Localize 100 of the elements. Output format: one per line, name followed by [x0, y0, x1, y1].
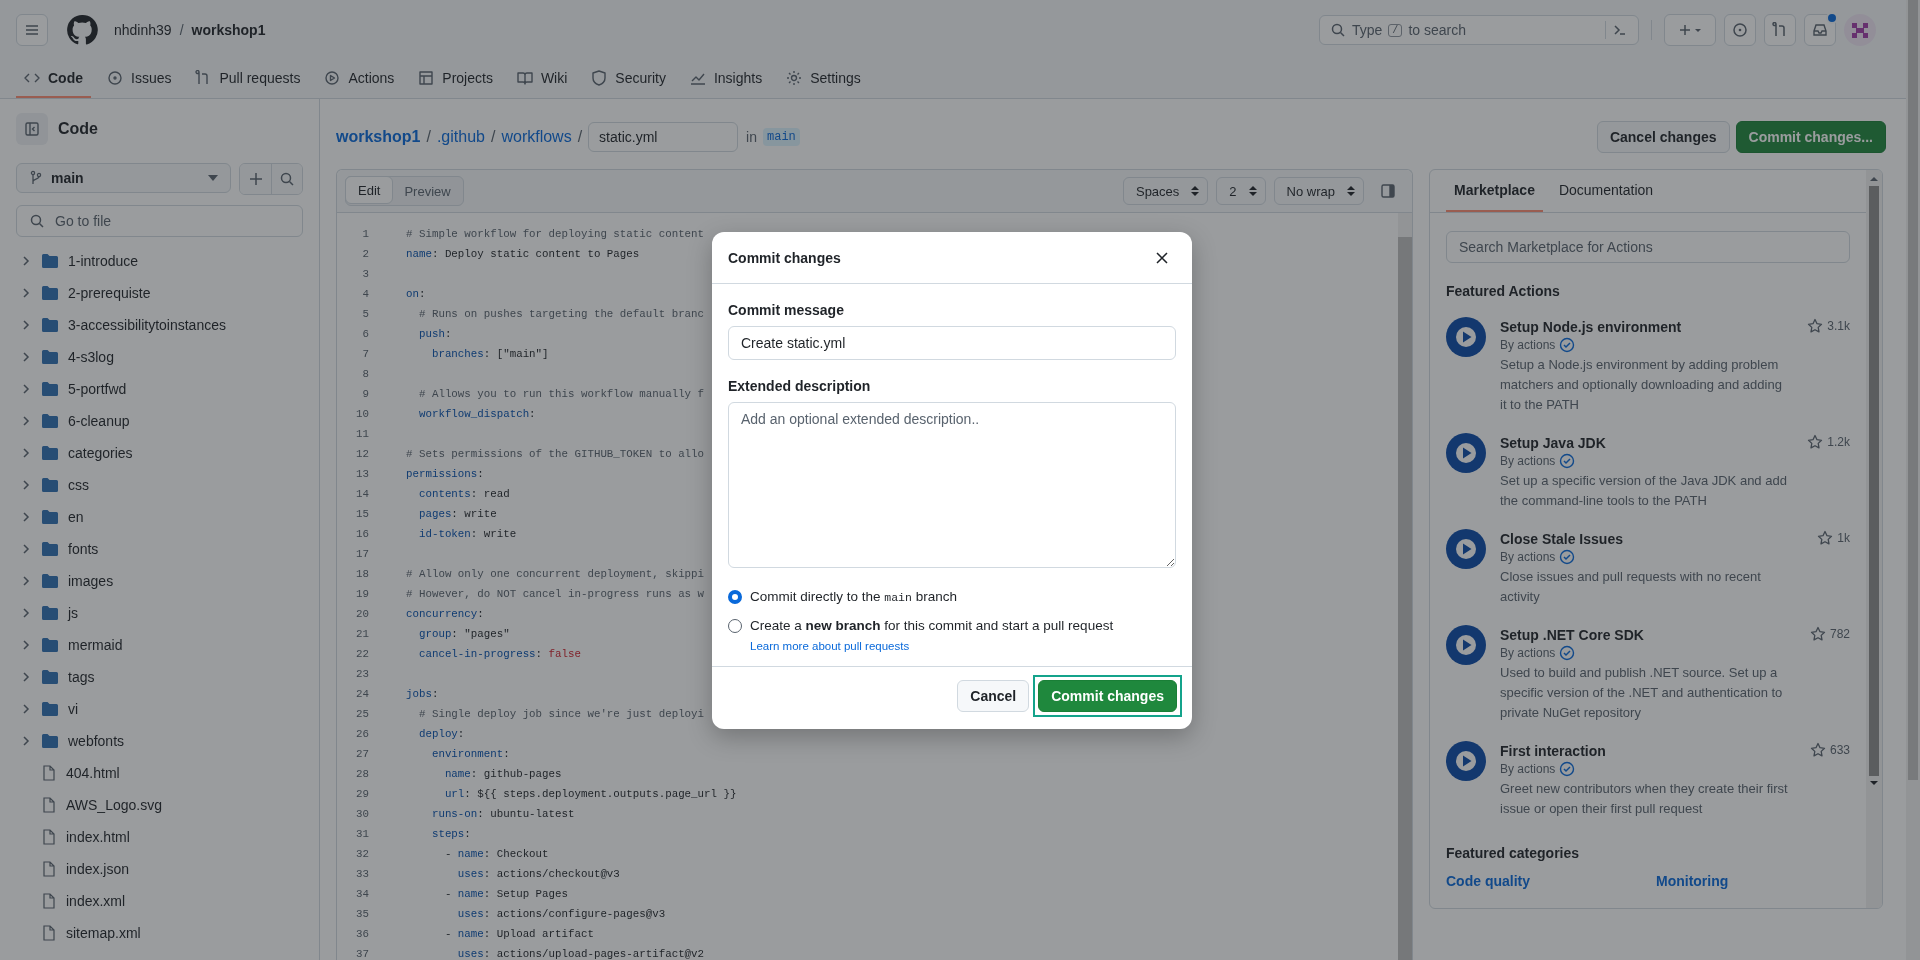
action-title[interactable]: Close Stale Issues: [1500, 529, 1788, 549]
action-title[interactable]: Setup .NET Core SDK: [1500, 625, 1788, 645]
issues-button[interactable]: [1724, 14, 1756, 46]
scrollbar[interactable]: [1398, 213, 1412, 960]
file-icon: [42, 925, 56, 941]
learn-more-link[interactable]: Learn more about pull requests: [750, 640, 910, 652]
star-count: 3.1k: [1827, 319, 1850, 333]
filename-field[interactable]: static.yml: [588, 122, 739, 152]
panel-tab[interactable]: Documentation: [1550, 170, 1662, 212]
repo-tab[interactable]: Insights: [681, 60, 771, 98]
file-tree-item[interactable]: index.xml: [16, 885, 303, 917]
repo-tab[interactable]: Projects: [410, 60, 501, 98]
repo-link[interactable]: workshop1: [191, 22, 266, 38]
marketplace-search-field[interactable]: Search Marketplace for Actions: [1446, 231, 1850, 263]
add-file-button[interactable]: [240, 164, 271, 194]
commit-changes-button[interactable]: Commit changes...: [1735, 121, 1886, 153]
branch-select[interactable]: main: [16, 163, 231, 193]
file-tree-item[interactable]: 5-portfwd: [16, 373, 303, 405]
cancel-changes-button[interactable]: Cancel changes: [1596, 121, 1730, 153]
pull-requests-button[interactable]: [1764, 14, 1796, 46]
file-tree-item[interactable]: vi: [16, 693, 303, 725]
wrap-mode-select[interactable]: No wrap: [1273, 177, 1364, 205]
editor-tab[interactable]: Preview: [392, 177, 463, 205]
file-tree-item[interactable]: categories: [16, 437, 303, 469]
code-line: - name: Setup Pages: [443, 888, 568, 900]
play-icon: [1446, 741, 1486, 781]
file-tree-item[interactable]: fonts: [16, 533, 303, 565]
avatar-icon[interactable]: [1844, 14, 1876, 46]
file-tree-item[interactable]: 3-accessibilitytoinstances: [16, 309, 303, 341]
file-tree-item[interactable]: index.html: [16, 821, 303, 853]
editor-tab[interactable]: Edit: [345, 176, 394, 204]
page-scrollbar[interactable]: [1906, 0, 1920, 960]
octocat-logo-icon[interactable]: [66, 14, 98, 46]
radio-label[interactable]: Create a new branch for this commit and start a pull request: [750, 618, 1114, 633]
commit-button[interactable]: Commit changes: [1038, 680, 1177, 712]
file-icon: [42, 797, 56, 813]
collapse-sidebar-button[interactable]: [16, 113, 48, 145]
repo-tab[interactable]: Actions: [316, 60, 403, 98]
repo-tab[interactable]: Settings: [778, 60, 869, 98]
action-title[interactable]: Setup Node.js environment: [1500, 317, 1788, 337]
indent-size-select[interactable]: 2: [1216, 177, 1266, 205]
file-tree-item[interactable]: mermaid: [16, 629, 303, 661]
breadcrumb-link[interactable]: .github: [436, 128, 485, 146]
file-tree-item[interactable]: en: [16, 501, 303, 533]
cancel-button[interactable]: Cancel: [957, 680, 1030, 712]
action-description: Greet new contributors when they create their first issue or open their first pull request: [1500, 780, 1788, 818]
plus-caret-icon: [1677, 22, 1703, 38]
action-description: Close issues and pull requests with no recent activity: [1500, 568, 1762, 606]
field-label: Commit message: [728, 302, 845, 318]
description-field[interactable]: Add an optional extended description..: [728, 402, 1176, 568]
repo-tab[interactable]: Wiki: [508, 60, 576, 98]
file-tree-item[interactable]: 2-prerequiste: [16, 277, 303, 309]
file-tree-item[interactable]: index.json: [16, 853, 303, 885]
folder-icon: [42, 734, 58, 748]
go-to-file-field[interactable]: Go to file: [16, 205, 303, 237]
owner-link[interactable]: nhdinh39: [114, 22, 172, 38]
file-tree-item[interactable]: js: [16, 597, 303, 629]
action-title[interactable]: Setup Java JDK: [1500, 433, 1788, 453]
scroll-up-icon[interactable]: [1870, 176, 1878, 182]
file-tree-item[interactable]: css: [16, 469, 303, 501]
category-link[interactable]: Monitoring: [1656, 873, 1766, 889]
repo-tab[interactable]: Security: [583, 60, 674, 98]
path-separator: /: [577, 128, 583, 146]
play-icon: [1446, 625, 1486, 665]
file-tree-item[interactable]: webfonts: [16, 725, 303, 757]
menu-button[interactable]: [16, 14, 48, 46]
panel-tab[interactable]: Marketplace: [1446, 170, 1543, 212]
file-tree-item[interactable]: AWS_Logo.svg: [16, 789, 303, 821]
file-tree-item[interactable]: sitemap.xml: [16, 917, 303, 949]
file-tree-item[interactable]: tags: [16, 661, 303, 693]
breadcrumb-link[interactable]: workflows: [501, 128, 572, 146]
inbox-button[interactable]: [1804, 14, 1836, 46]
code-line: uses: actions/configure-pages@v3: [456, 908, 666, 920]
radio-button[interactable]: [728, 589, 742, 604]
file-tree-item[interactable]: 1-introduce: [16, 245, 303, 277]
search-button[interactable]: [271, 164, 302, 194]
folder-icon: [42, 542, 58, 556]
line-number: 18: [355, 568, 369, 580]
repo-tab[interactable]: Code: [16, 60, 91, 98]
command-palette-icon[interactable]: [1612, 22, 1628, 38]
commit-message-field[interactable]: Create static.yml: [728, 326, 1176, 360]
radio-label[interactable]: Commit directly to the main branch: [750, 589, 957, 604]
action-description: Setup a Node.js environment by adding problem matchers and optionally downloading and adding it to the PATH: [1500, 356, 1783, 414]
category-link[interactable]: Code quality: [1446, 873, 1556, 889]
file-tree-item[interactable]: images: [16, 565, 303, 597]
star-icon: [1807, 434, 1824, 450]
action-title[interactable]: First interaction: [1500, 741, 1788, 761]
file-tree-item[interactable]: 6-cleanup: [16, 405, 303, 437]
scroll-thumb[interactable]: [1869, 186, 1879, 776]
repo-tab[interactable]: Issues: [99, 60, 180, 98]
file-tree-item[interactable]: 404.html: [16, 757, 303, 789]
breadcrumb-link[interactable]: workshop1: [336, 128, 421, 146]
scroll-down-icon[interactable]: [1870, 780, 1878, 786]
indent-mode-select[interactable]: Spaces: [1122, 177, 1209, 205]
search-field[interactable]: Type / to search: [1319, 15, 1639, 45]
line-number: 3: [361, 268, 369, 280]
file-tree-item[interactable]: 4-s3log: [16, 341, 303, 373]
play-icon: [1446, 433, 1486, 473]
repo-tab[interactable]: Pull requests: [187, 60, 309, 98]
create-new-button[interactable]: [1664, 14, 1716, 46]
